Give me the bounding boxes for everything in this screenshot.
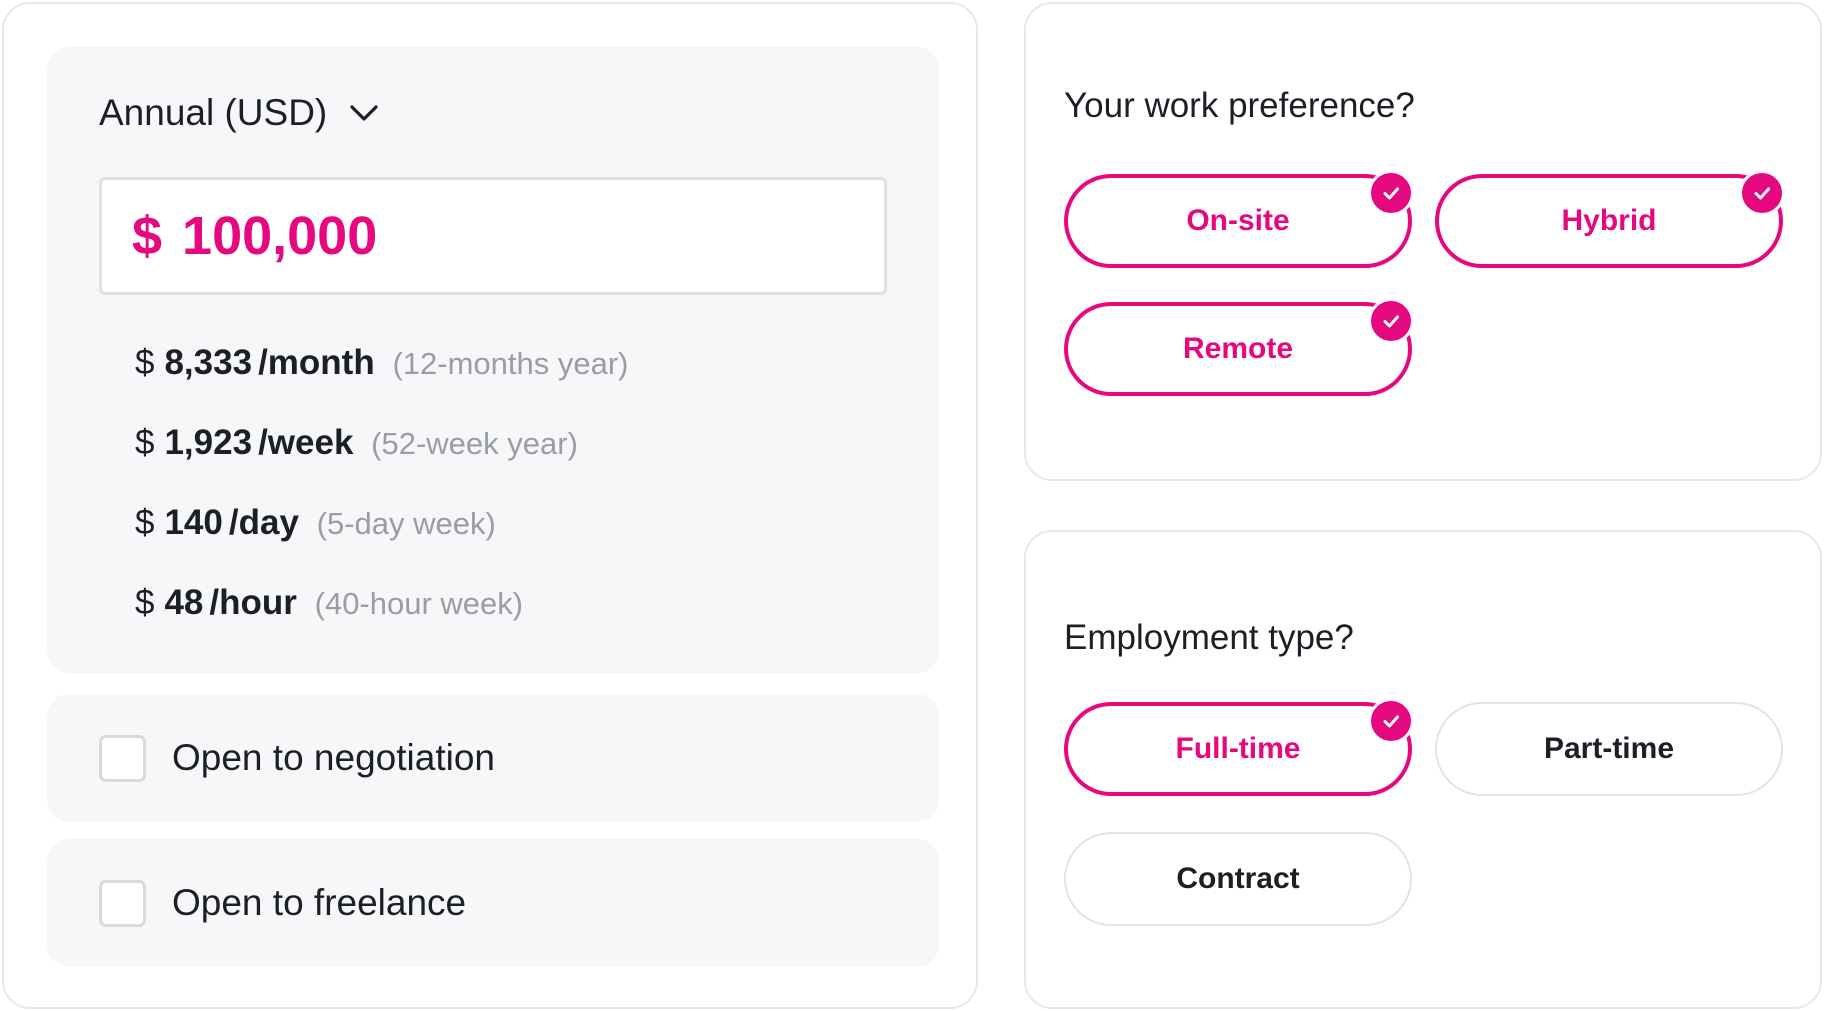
chip-on-site[interactable]: On-site xyxy=(1064,170,1414,268)
salary-card: Annual (USD) $ 100,000 $8,333/month (12-… xyxy=(2,2,978,1009)
rate-value: 48 xyxy=(164,583,204,622)
chip-remote[interactable]: Remote xyxy=(1064,298,1414,396)
chip-label: Part-time xyxy=(1543,732,1675,765)
freelance-row[interactable]: Open to freelance xyxy=(99,839,466,967)
rate-currency: $ xyxy=(135,343,155,382)
period-dropdown[interactable]: Annual (USD) xyxy=(99,92,379,134)
rate-value: 8,333 xyxy=(164,343,253,382)
employment-type-card: Employment type? Full-time Part-time Con… xyxy=(1024,530,1822,1009)
rate-note: (40-hour week) xyxy=(314,586,524,621)
work-preference-question: Your work preference? xyxy=(1064,86,1415,125)
rate-period: /hour xyxy=(209,583,297,622)
chip-contract[interactable]: Contract xyxy=(1064,832,1412,926)
rate-currency: $ xyxy=(135,583,155,622)
currency-symbol: $ xyxy=(132,206,163,266)
chip-label: Remote xyxy=(1182,332,1294,365)
weekly-rate: $1,923/week (52-week year) xyxy=(135,423,578,463)
rate-value: 140 xyxy=(164,503,223,542)
negotiation-option: Open to negotiation xyxy=(47,694,939,822)
salary-panel: Annual (USD) $ 100,000 $8,333/month (12-… xyxy=(47,47,939,673)
freelance-label: Open to freelance xyxy=(172,882,467,923)
chip-label: Hybrid xyxy=(1561,204,1657,237)
check-icon xyxy=(1368,698,1414,744)
rate-note: (52-week year) xyxy=(371,426,578,461)
chevron-down-icon xyxy=(350,105,378,121)
chip-label: Contract xyxy=(1176,862,1300,895)
monthly-rate: $8,333/month (12-months year) xyxy=(135,343,628,383)
rate-period: /week xyxy=(258,423,354,462)
rate-note: (5-day week) xyxy=(316,506,496,541)
negotiation-row[interactable]: Open to negotiation xyxy=(99,694,495,822)
daily-rate: $140/day (5-day week) xyxy=(135,503,496,543)
check-icon xyxy=(1368,170,1414,216)
employment-type-question: Employment type? xyxy=(1064,618,1354,657)
hourly-rate: $48/hour (40-hour week) xyxy=(135,583,523,623)
chip-label: Full-time xyxy=(1175,732,1301,765)
chip-part-time[interactable]: Part-time xyxy=(1435,702,1783,796)
negotiation-checkbox[interactable] xyxy=(99,734,146,782)
negotiation-label: Open to negotiation xyxy=(172,737,495,778)
rate-note: (12-months year) xyxy=(392,346,629,381)
rate-currency: $ xyxy=(135,503,155,542)
work-preference-card: Your work preference? On-site Hybrid Rem… xyxy=(1024,2,1822,481)
chip-label: On-site xyxy=(1186,204,1290,237)
salary-amount-input[interactable]: $ 100,000 xyxy=(99,177,887,295)
salary-amount-value: 100,000 xyxy=(182,206,378,266)
rate-period: /month xyxy=(258,343,375,382)
freelance-checkbox[interactable] xyxy=(99,879,146,927)
freelance-option: Open to freelance xyxy=(47,839,939,967)
check-icon xyxy=(1739,170,1785,216)
rate-currency: $ xyxy=(135,423,155,462)
period-label: Annual (USD) xyxy=(99,92,328,133)
rate-period: /day xyxy=(228,503,299,542)
check-icon xyxy=(1368,298,1414,344)
chip-full-time[interactable]: Full-time xyxy=(1064,698,1414,796)
rate-value: 1,923 xyxy=(164,423,253,462)
chip-hybrid[interactable]: Hybrid xyxy=(1435,170,1785,268)
